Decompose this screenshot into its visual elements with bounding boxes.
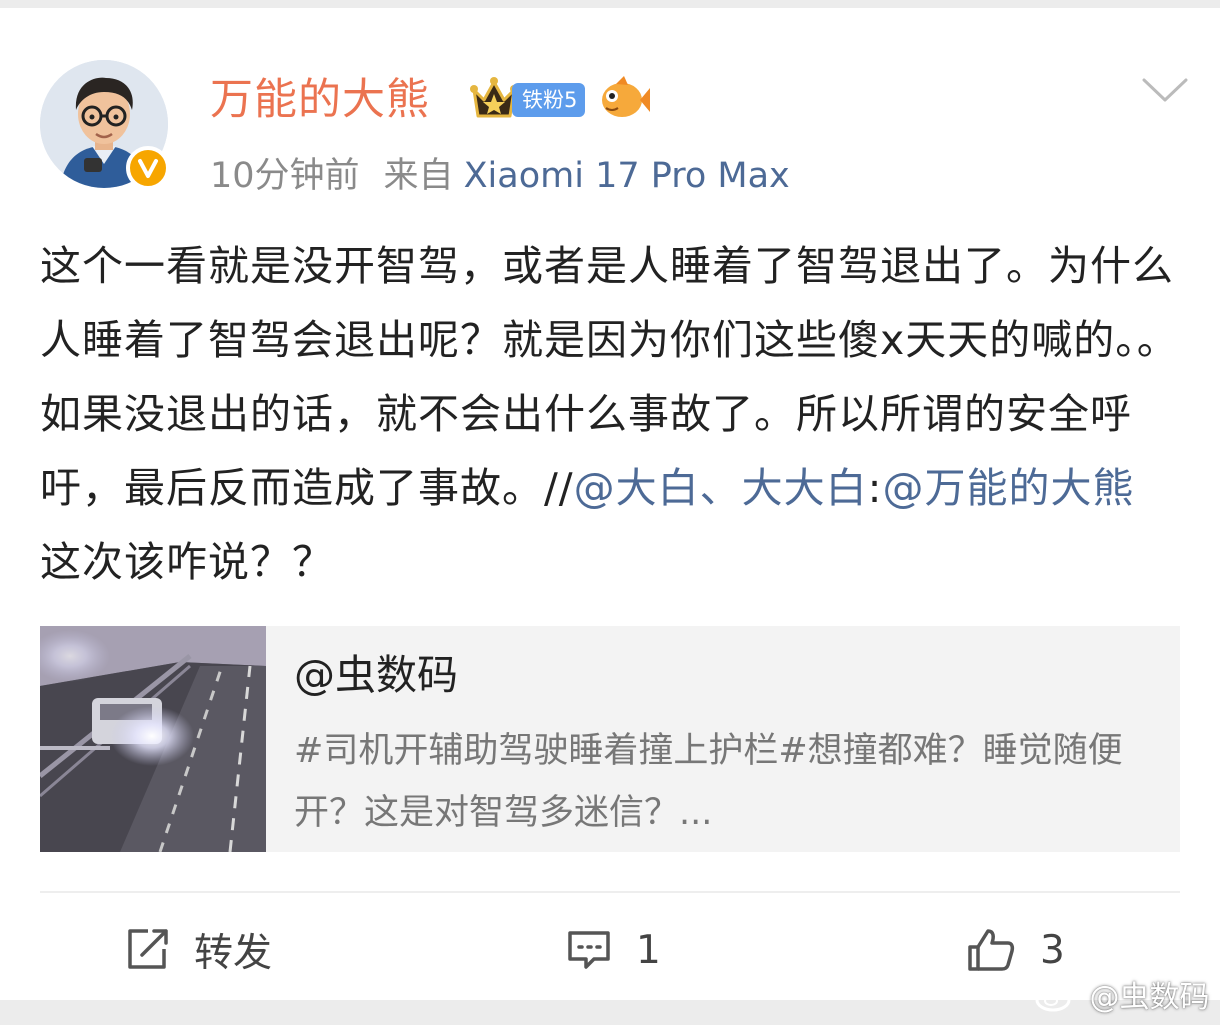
comment-count: 1 <box>636 927 661 973</box>
post-meta: 10分钟前 来自 Xiaomi 17 Pro Max <box>210 154 790 198</box>
share-icon <box>128 929 168 969</box>
post-time: 10分钟前 <box>210 156 360 196</box>
device-source[interactable]: Xiaomi 17 Pro Max <box>464 156 790 196</box>
post-text-tail: 这次该咋说？？ <box>40 538 334 586</box>
author-name[interactable]: 万能的大熊 <box>210 74 430 126</box>
repost-text: #司机开辅助驾驶睡着撞上护栏#想撞都难？睡觉随便开？这是对智驾多迷信？... <box>294 731 1123 833</box>
divider <box>40 891 1180 893</box>
crown-level-icon <box>470 76 518 122</box>
repost-author[interactable]: @虫数码 <box>294 650 458 700</box>
mention-link[interactable]: @大白、大大白 <box>574 464 868 512</box>
thumbs-up-icon <box>968 929 1015 971</box>
post-text: 这个一看就是没开智驾，或者是人睡着了智驾退出了。为什么人睡着了智驾会退出呢？就是… <box>40 229 1190 599</box>
watermark: @虫数码 <box>1034 978 1210 1018</box>
weibo-logo-icon <box>1035 982 1076 1012</box>
source-label: 来自 <box>383 156 454 196</box>
mention-link[interactable]: @万能的大熊 <box>882 464 1134 512</box>
like-count: 3 <box>1040 927 1065 973</box>
chevron-down-icon[interactable] <box>1140 74 1190 106</box>
comment-icon <box>568 931 610 969</box>
repost-card[interactable]: @虫数码 #司机开辅助驾驶睡着撞上护栏#想撞都难？睡觉随便开？这是对智驾多迷信？… <box>30 626 1180 853</box>
mention-separator: : <box>867 464 883 512</box>
repost-thumbnail[interactable] <box>30 626 266 853</box>
verified-v-icon <box>126 146 170 190</box>
repost-label: 转发 <box>194 931 273 976</box>
repost-button[interactable]: 转发 <box>124 920 272 980</box>
weibo-post-card: 万能的大熊 铁粉5 10分钟前 来自 Xiaomi 17 Pro Max 这个一看就… <box>0 8 1220 1000</box>
like-button[interactable]: 3 <box>966 920 1065 980</box>
fan-level-badge[interactable]: 铁粉5 <box>512 83 586 117</box>
fish-icon <box>598 76 650 122</box>
watermark-text: @虫数码 <box>1089 980 1210 1015</box>
comment-button[interactable]: 1 <box>566 920 661 980</box>
